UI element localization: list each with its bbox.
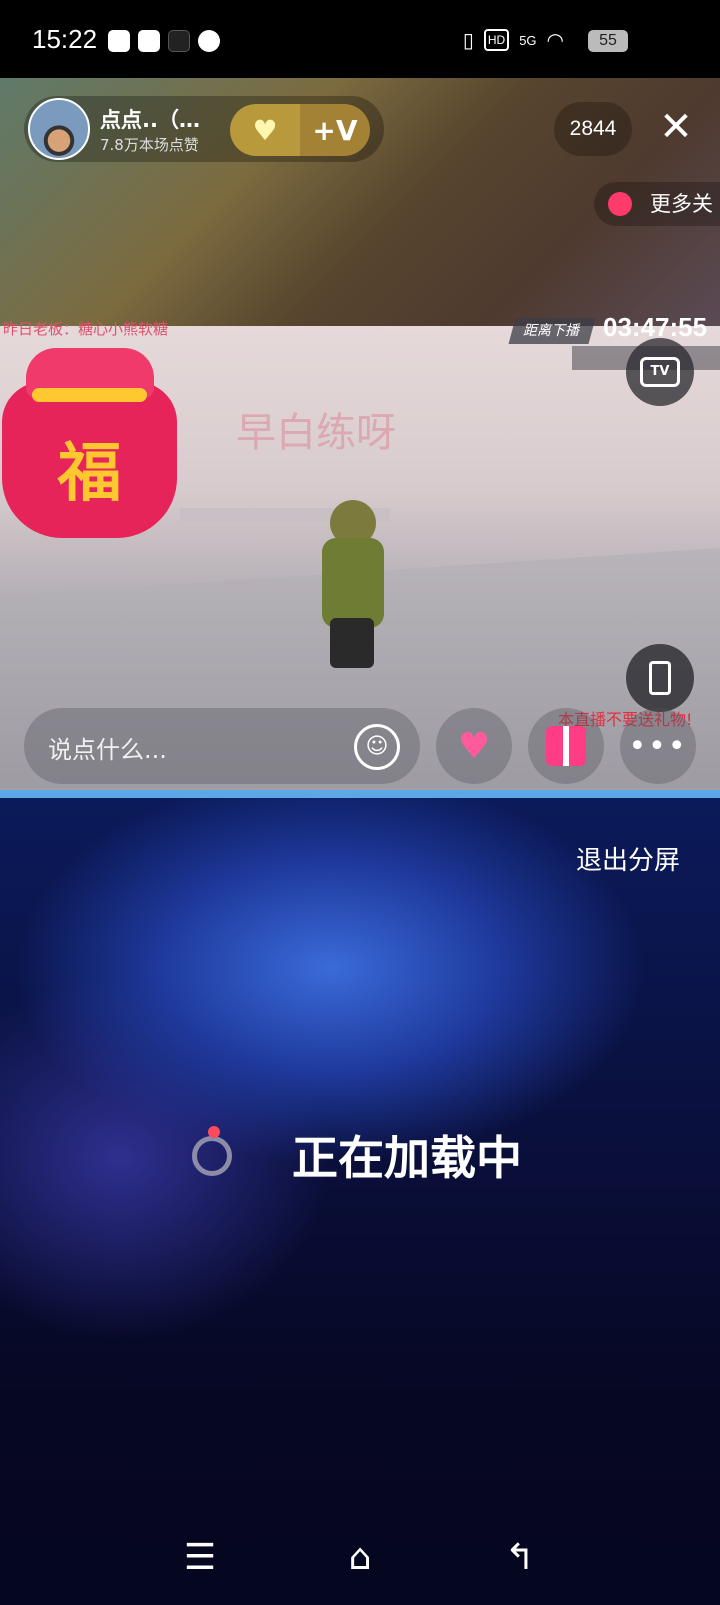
- character-legs: [330, 618, 374, 668]
- fan-club-button[interactable]: ♥: [230, 104, 300, 156]
- avatar[interactable]: [28, 98, 90, 160]
- follow-button[interactable]: +V: [300, 104, 370, 156]
- notification-icons: [108, 30, 220, 52]
- comment-input[interactable]: 说点什么... ☺: [24, 708, 420, 784]
- cast-tv-button[interactable]: TV: [626, 338, 694, 406]
- app-notification-icon: [138, 30, 160, 52]
- yesterday-boss-notice: 昨日老板：糖心小熊软糖: [3, 320, 169, 338]
- tiktok-icon: [168, 30, 190, 52]
- wifi-icon: ◠: [546, 28, 564, 52]
- mail-icon: [108, 30, 130, 52]
- more-live-label: 更多关: [650, 192, 713, 216]
- more-button[interactable]: •••: [620, 708, 696, 784]
- message-icon: [198, 30, 220, 52]
- battery-icon: 55: [588, 30, 628, 52]
- hd-icon: HD: [483, 29, 510, 51]
- recent-apps-icon[interactable]: ☰: [170, 1530, 230, 1584]
- emoji-icon[interactable]: ☺: [354, 724, 400, 770]
- status-indicators: ▯ HD 5G ◠: [463, 28, 564, 52]
- likes-count: 7.8万本场点赞: [100, 136, 199, 154]
- live-bars-icon: [608, 192, 632, 216]
- character-body: [322, 538, 384, 628]
- more-live-button[interactable]: 更多关: [594, 182, 720, 226]
- status-bar: 15:22 ▯ HD 5G ◠ 55: [0, 0, 720, 78]
- signal-5g-icon: 5G: [519, 32, 537, 48]
- heart-icon: ♥: [252, 113, 278, 147]
- loading-text: 正在加载中: [292, 1131, 522, 1185]
- loading-spinner-icon: [192, 1136, 232, 1176]
- split-divider[interactable]: [0, 790, 720, 798]
- host-name: 点点..（…: [100, 108, 200, 132]
- comment-placeholder: 说点什么...: [48, 736, 167, 764]
- scene-text: 早白练呀: [236, 410, 396, 456]
- viewer-count[interactable]: 2844: [554, 102, 632, 156]
- bag-label: 福: [57, 436, 122, 511]
- gift-icon: [546, 726, 586, 766]
- spinner-dot: [208, 1126, 220, 1138]
- like-button[interactable]: ♥: [436, 708, 512, 784]
- fortune-bag-button[interactable]: 福: [2, 348, 177, 538]
- system-nav-bar: ☰ ⌂ ↰: [0, 1510, 720, 1605]
- rotate-screen-icon: [649, 661, 671, 695]
- bag-rope: [32, 388, 147, 402]
- exit-split-screen-button[interactable]: 退出分屏: [576, 840, 680, 877]
- heart-icon: ♥: [457, 725, 491, 767]
- countdown-label: 距离下播: [508, 318, 596, 344]
- close-icon[interactable]: ✕: [656, 100, 696, 154]
- split-bottom-pane: 退出分屏 正在加载中: [0, 798, 720, 1605]
- live-stream-pane[interactable]: 早白练呀 点点..（… 7.8万本场点赞 ♥ +V 2844 ✕ 更多关 昨日老…: [0, 78, 720, 790]
- vibrate-icon: ▯: [462, 28, 474, 52]
- host-info[interactable]: 点点..（… 7.8万本场点赞 ♥ +V: [24, 96, 384, 162]
- tv-icon: TV: [640, 357, 680, 387]
- loading-indicator: 正在加载中: [186, 1116, 586, 1186]
- home-icon[interactable]: ⌂: [330, 1530, 390, 1584]
- gift-button[interactable]: [528, 708, 604, 784]
- status-time: 15:22: [32, 24, 98, 54]
- screen-rotate-button[interactable]: [626, 644, 694, 712]
- back-icon[interactable]: ↰: [490, 1530, 550, 1584]
